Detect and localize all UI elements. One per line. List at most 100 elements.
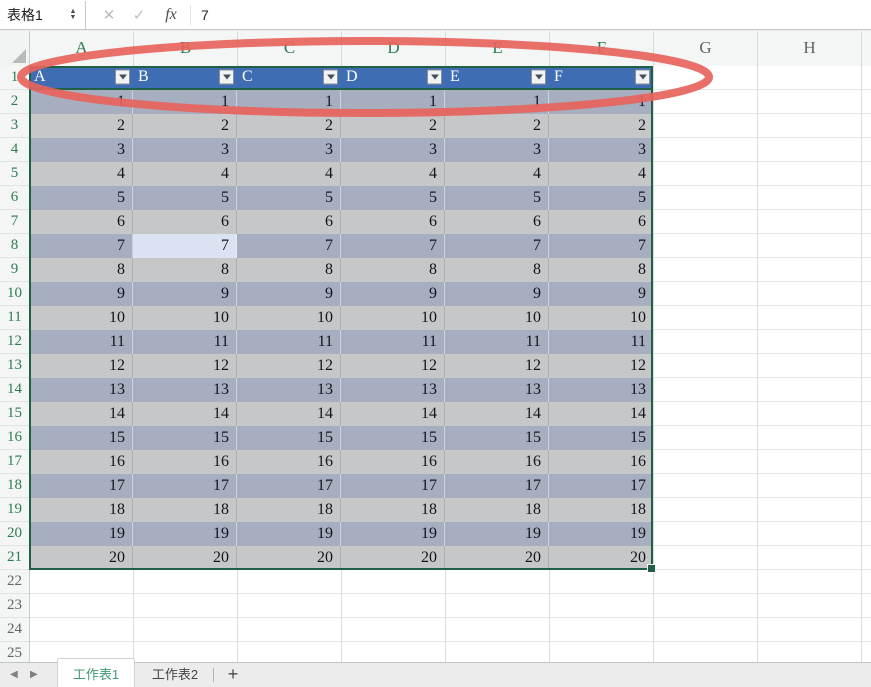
- table-cell[interactable]: 3: [29, 138, 133, 162]
- fx-icon[interactable]: fx: [154, 6, 188, 24]
- table-cell[interactable]: 3: [133, 138, 237, 162]
- table-cell[interactable]: 6: [341, 210, 445, 234]
- sheet-tab-worksheet1[interactable]: 工作表1: [57, 658, 135, 687]
- table-cell[interactable]: 3: [445, 138, 549, 162]
- filter-dropdown-button[interactable]: [635, 69, 650, 85]
- table-cell[interactable]: 20: [29, 546, 133, 570]
- column-header-D[interactable]: D: [342, 31, 446, 66]
- row-header-11[interactable]: 11: [0, 306, 29, 330]
- table-cell[interactable]: 1: [549, 90, 653, 114]
- table-cell[interactable]: 17: [549, 474, 653, 498]
- table-cell[interactable]: 15: [341, 426, 445, 450]
- table-cell[interactable]: 13: [445, 378, 549, 402]
- table-cell[interactable]: 18: [549, 498, 653, 522]
- table-cell[interactable]: 19: [29, 522, 133, 546]
- table-cell[interactable]: 20: [133, 546, 237, 570]
- filter-dropdown-button[interactable]: [219, 69, 234, 85]
- table-cell[interactable]: 5: [445, 186, 549, 210]
- row-header-19[interactable]: 19: [0, 498, 29, 522]
- table-cell[interactable]: 14: [445, 402, 549, 426]
- table-cell[interactable]: 4: [549, 162, 653, 186]
- table-cell[interactable]: 5: [133, 186, 237, 210]
- filter-dropdown-button[interactable]: [531, 69, 546, 85]
- row-header-16[interactable]: 16: [0, 426, 29, 450]
- table-cell[interactable]: 9: [29, 282, 133, 306]
- column-header-F[interactable]: F: [550, 31, 654, 66]
- table-cell[interactable]: 4: [445, 162, 549, 186]
- table-cell[interactable]: 1: [237, 90, 341, 114]
- table-cell[interactable]: 18: [237, 498, 341, 522]
- filter-dropdown-button[interactable]: [115, 69, 130, 85]
- row-header-14[interactable]: 14: [0, 378, 29, 402]
- table-cell[interactable]: 2: [237, 114, 341, 138]
- table-header-F[interactable]: F: [549, 66, 653, 88]
- cancel-icon[interactable]: ✕: [94, 6, 124, 24]
- table-cell[interactable]: 10: [445, 306, 549, 330]
- table-cell[interactable]: 20: [237, 546, 341, 570]
- table-cell[interactable]: 6: [445, 210, 549, 234]
- table-cell[interactable]: 12: [445, 354, 549, 378]
- table-header-C[interactable]: C: [237, 66, 341, 88]
- active-cell[interactable]: 7: [133, 234, 237, 258]
- row-header-17[interactable]: 17: [0, 450, 29, 474]
- table-cell[interactable]: 2: [133, 114, 237, 138]
- table-cell[interactable]: 3: [237, 138, 341, 162]
- table-cell[interactable]: 11: [445, 330, 549, 354]
- table-cell[interactable]: 10: [29, 306, 133, 330]
- column-header-A[interactable]: A: [30, 31, 134, 66]
- table-cell[interactable]: 1: [133, 90, 237, 114]
- table-cell[interactable]: 7: [237, 234, 341, 258]
- table-cell[interactable]: 7: [341, 234, 445, 258]
- table-cell[interactable]: 5: [549, 186, 653, 210]
- table-cell[interactable]: 15: [133, 426, 237, 450]
- table-cell[interactable]: 9: [133, 282, 237, 306]
- column-header-B[interactable]: B: [134, 31, 238, 66]
- table-cell[interactable]: 14: [237, 402, 341, 426]
- filter-dropdown-button[interactable]: [323, 69, 338, 85]
- row-header-8[interactable]: 8: [0, 234, 29, 258]
- table-cell[interactable]: 18: [29, 498, 133, 522]
- row-header-15[interactable]: 15: [0, 402, 29, 426]
- table-cell[interactable]: 4: [133, 162, 237, 186]
- table-cell[interactable]: 16: [29, 450, 133, 474]
- table-cell[interactable]: 20: [341, 546, 445, 570]
- table-header-E[interactable]: E: [445, 66, 549, 88]
- row-header-24[interactable]: 24: [0, 618, 29, 642]
- table-cell[interactable]: 2: [445, 114, 549, 138]
- table-cell[interactable]: 4: [237, 162, 341, 186]
- table-cell[interactable]: 20: [445, 546, 549, 570]
- table-cell[interactable]: 13: [549, 378, 653, 402]
- table-cell[interactable]: 9: [237, 282, 341, 306]
- row-header-23[interactable]: 23: [0, 594, 29, 618]
- table-cell[interactable]: 13: [341, 378, 445, 402]
- table-cell[interactable]: 12: [29, 354, 133, 378]
- table-cell[interactable]: 12: [341, 354, 445, 378]
- table-cell[interactable]: 6: [549, 210, 653, 234]
- column-header-H[interactable]: H: [758, 31, 862, 66]
- table-cell[interactable]: 4: [29, 162, 133, 186]
- prev-sheet-icon[interactable]: ◀: [10, 663, 18, 687]
- table-cell[interactable]: 18: [445, 498, 549, 522]
- table-cell[interactable]: 16: [549, 450, 653, 474]
- table-header-D[interactable]: D: [341, 66, 445, 88]
- table-cell[interactable]: 13: [133, 378, 237, 402]
- name-box[interactable]: 表格1: [0, 5, 65, 25]
- row-header-1[interactable]: 1: [0, 66, 29, 90]
- table-cell[interactable]: 16: [341, 450, 445, 474]
- table-cell[interactable]: 17: [29, 474, 133, 498]
- table-cell[interactable]: 11: [29, 330, 133, 354]
- table-cell[interactable]: 19: [133, 522, 237, 546]
- table-cell[interactable]: 15: [549, 426, 653, 450]
- table-cell[interactable]: 19: [549, 522, 653, 546]
- row-header-13[interactable]: 13: [0, 354, 29, 378]
- table-cell[interactable]: 6: [237, 210, 341, 234]
- table-cell[interactable]: 6: [133, 210, 237, 234]
- column-header-G[interactable]: G: [654, 31, 758, 66]
- column-header-E[interactable]: E: [446, 31, 550, 66]
- table-cell[interactable]: 8: [29, 258, 133, 282]
- table-cell[interactable]: 4: [341, 162, 445, 186]
- next-sheet-icon[interactable]: ▶: [30, 663, 38, 687]
- table-cell[interactable]: 12: [237, 354, 341, 378]
- table-cell[interactable]: 5: [341, 186, 445, 210]
- filter-dropdown-button[interactable]: [427, 69, 442, 85]
